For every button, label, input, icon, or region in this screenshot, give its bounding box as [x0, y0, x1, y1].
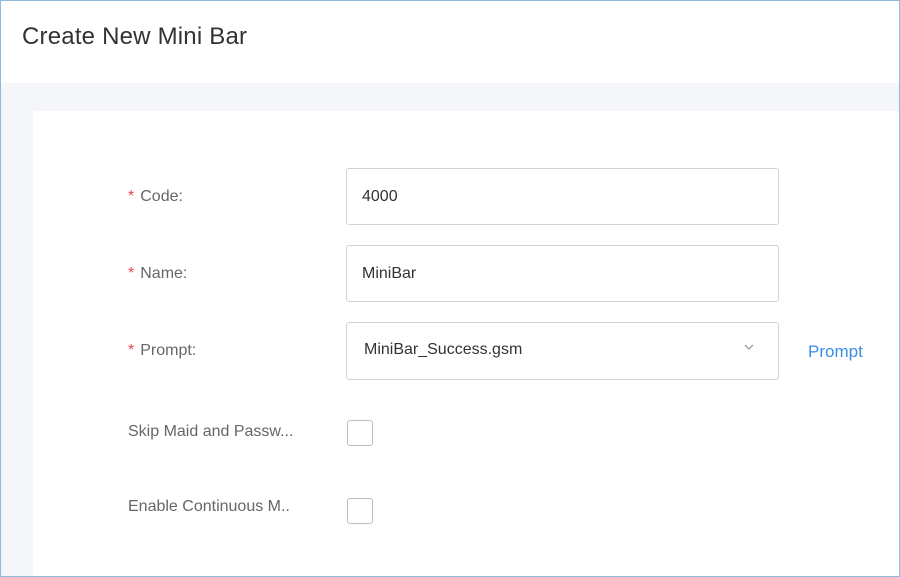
prompt-link[interactable]: Prompt [808, 342, 863, 362]
name-label: * Name: [128, 265, 187, 283]
skip-maid-checkbox[interactable] [347, 420, 373, 446]
chevron-down-icon [744, 344, 754, 350]
name-label-text: Name: [140, 265, 188, 282]
code-input[interactable]: 4000 [346, 168, 779, 225]
required-mark: * [128, 188, 135, 205]
name-input[interactable]: MiniBar [346, 245, 779, 302]
create-mini-bar-window: Create New Mini Bar * Code: 4000 * Name: M… [0, 0, 900, 577]
continuous-checkbox[interactable] [347, 498, 373, 524]
continuous-label: Enable Continuous M.. [128, 498, 290, 515]
prompt-selected-value: MiniBar_Success.gsm [364, 341, 523, 358]
required-mark: * [128, 265, 135, 282]
code-label: * Code: [128, 188, 183, 206]
prompt-select[interactable]: MiniBar_Success.gsm [346, 322, 779, 380]
required-mark: * [128, 342, 135, 359]
page-title: Create New Mini Bar [22, 23, 248, 50]
prompt-label-text: Prompt: [140, 342, 197, 359]
prompt-label: * Prompt: [128, 342, 196, 360]
skip-maid-label: Skip Maid and Passw... [128, 423, 294, 440]
code-label-text: Code: [140, 188, 183, 205]
page-header: Create New Mini Bar [1, 1, 899, 83]
